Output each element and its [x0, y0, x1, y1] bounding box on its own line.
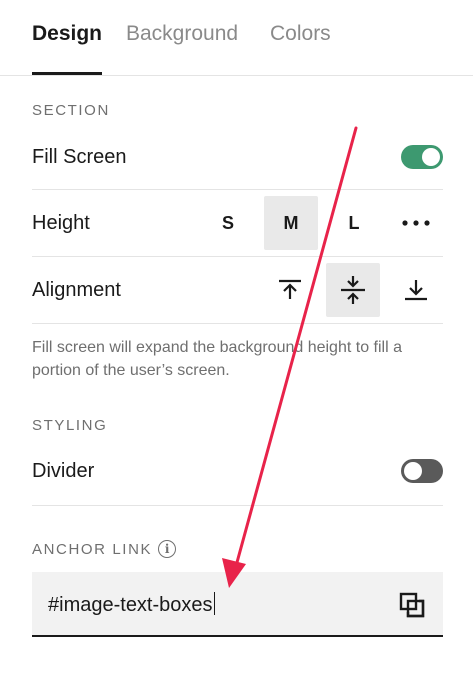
copy-icon[interactable] [399, 592, 425, 623]
tab-background[interactable]: Background [126, 22, 238, 46]
row-divider [32, 323, 443, 324]
styling-heading: STYLING [32, 417, 108, 434]
more-horizontal-icon[interactable] [389, 196, 443, 250]
anchor-link-heading: ANCHOR LINK [32, 540, 153, 558]
toggle-knob [422, 148, 440, 166]
anchor-link-value: #image-text-boxes [48, 594, 213, 616]
section-heading: SECTION [32, 102, 110, 119]
info-icon[interactable]: i [158, 540, 177, 558]
align-top-icon[interactable] [263, 263, 317, 317]
anchor-link-input[interactable]: #image-text-boxes [48, 592, 216, 617]
alignment-label: Alignment [32, 279, 121, 301]
tab-bar-divider [0, 75, 473, 76]
divider-toggle[interactable] [401, 459, 443, 483]
height-option-m[interactable]: M [264, 196, 318, 250]
toggle-knob [404, 462, 422, 480]
align-center-icon[interactable] [326, 263, 380, 317]
divider-label: Divider [32, 460, 95, 482]
tab-bar: Design Background Colors [0, 0, 473, 76]
height-option-l[interactable]: L [327, 196, 381, 250]
fill-screen-helper-text: Fill screen will expand the background h… [32, 339, 402, 379]
text-caret [213, 592, 216, 615]
row-divider [32, 505, 443, 506]
height-option-s[interactable]: S [201, 196, 255, 250]
fill-screen-toggle[interactable] [401, 145, 443, 169]
tab-colors[interactable]: Colors [270, 22, 331, 46]
anchor-link-heading-wrap: ANCHOR LINK i [32, 540, 177, 558]
anchor-link-field[interactable]: #image-text-boxes [32, 572, 443, 637]
fill-screen-label: Fill Screen [32, 146, 127, 168]
tab-design[interactable]: Design [32, 22, 102, 46]
height-label: Height [32, 212, 90, 234]
row-divider [32, 256, 443, 257]
align-bottom-icon[interactable] [389, 263, 443, 317]
row-divider [32, 189, 443, 190]
